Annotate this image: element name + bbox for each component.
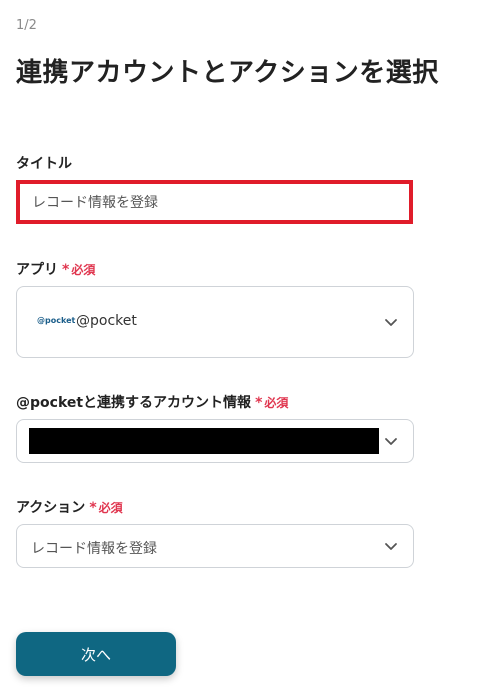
required-text: 必須: [98, 501, 123, 515]
account-select[interactable]: [16, 419, 414, 463]
required-asterisk-icon: *: [89, 500, 97, 516]
required-badge: * 必須: [62, 262, 96, 278]
account-label: @pocketと連携するアカウント情報: [16, 395, 252, 411]
chevron-down-icon: [385, 543, 397, 550]
account-label-row: @pocketと連携するアカウント情報 * 必須: [16, 392, 288, 412]
chevron-down-icon: [385, 319, 397, 326]
required-text: 必須: [71, 263, 96, 277]
action-select-value: レコード情報を登録: [31, 541, 157, 557]
step-indicator: 1/2: [16, 18, 37, 33]
next-button[interactable]: 次へ: [16, 632, 176, 676]
required-asterisk-icon: *: [62, 262, 70, 278]
app-label: アプリ: [16, 262, 58, 278]
title-input[interactable]: [16, 180, 413, 224]
page-title: 連携アカウントとアクションを選択: [16, 58, 439, 88]
chevron-down-icon: [385, 438, 397, 445]
required-badge: * 必須: [255, 395, 289, 411]
app-label-row: アプリ * 必須: [16, 259, 95, 279]
app-select[interactable]: @pocket @pocket: [16, 286, 414, 358]
action-label-row: アクション * 必須: [16, 497, 123, 517]
pocket-logo-icon: @pocket: [37, 316, 76, 325]
redacted-account-value: [29, 428, 379, 454]
required-asterisk-icon: *: [255, 395, 263, 411]
app-select-value: @pocket: [76, 313, 137, 329]
title-label: タイトル: [16, 156, 72, 172]
action-select[interactable]: レコード情報を登録: [16, 524, 414, 568]
action-label: アクション: [16, 500, 86, 516]
required-badge: * 必須: [89, 500, 123, 516]
required-text: 必須: [264, 396, 289, 410]
